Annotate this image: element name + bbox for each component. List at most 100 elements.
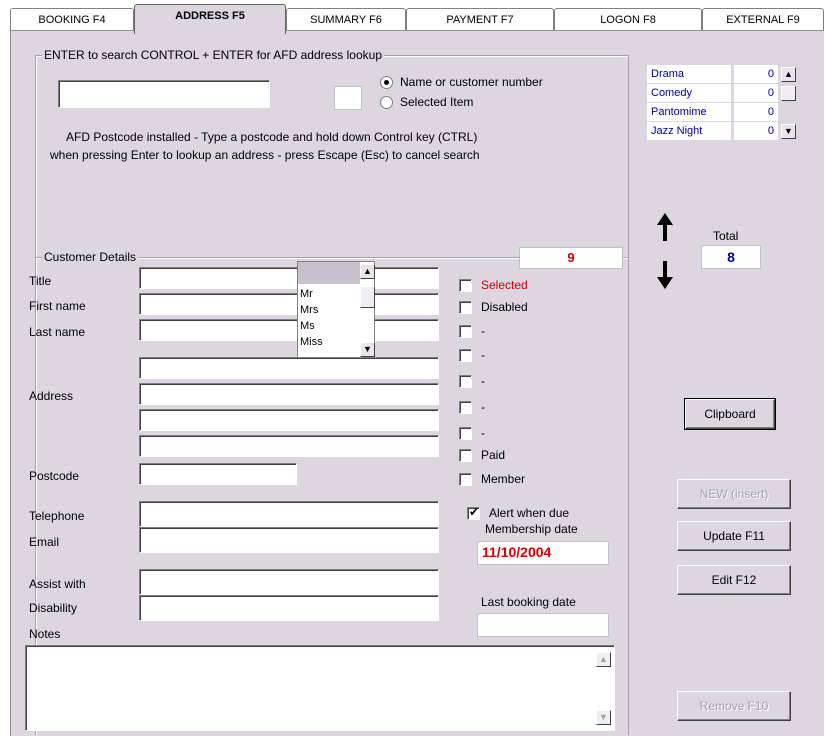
disabled-checkbox-label: Disabled	[481, 300, 528, 314]
title-option[interactable]: Miss	[300, 336, 323, 348]
extra-checkbox-label: -	[481, 348, 485, 362]
telephone-label: Telephone	[29, 509, 85, 523]
radio-selected-item[interactable]	[380, 96, 393, 109]
member-checkbox-label: Member	[481, 472, 526, 486]
notes-scroll-down-icon[interactable]: ▼	[596, 710, 611, 725]
search-aux-field[interactable]	[334, 86, 362, 110]
disability-label: Disability	[29, 601, 78, 615]
tab-strip: BOOKING F4 ADDRESS F5 SUMMARY F6 PAYMENT…	[10, 4, 826, 34]
address-line-1[interactable]	[139, 357, 439, 379]
radio-selected-label: Selected Item	[400, 95, 474, 109]
notes-field[interactable]: ▲ ▼	[25, 645, 615, 731]
title-option[interactable]: Mrs	[300, 304, 318, 316]
last-name-label: Last name	[29, 325, 86, 339]
update-button[interactable]: Update F11	[677, 521, 791, 551]
extra-checkbox-4[interactable]	[459, 401, 472, 414]
membership-date-field[interactable]: 11/10/2004	[477, 541, 609, 565]
address-line-3[interactable]	[139, 409, 439, 431]
member-checkbox[interactable]	[459, 473, 472, 486]
extra-checkbox-1[interactable]	[459, 325, 472, 338]
up-down-arrow-icon[interactable]	[653, 211, 677, 291]
selected-checkbox[interactable]	[459, 279, 472, 292]
new-insert-button[interactable]: NEW (insert)	[677, 479, 791, 509]
address-line-2[interactable]	[139, 383, 439, 405]
telephone-field[interactable]	[139, 501, 439, 527]
extra-checkbox-label: -	[481, 400, 485, 414]
notes-label: Notes	[29, 627, 61, 641]
postcode-label: Postcode	[29, 469, 80, 483]
tab-booking[interactable]: BOOKING F4	[10, 8, 134, 32]
remove-button-label: Remove F10	[699, 699, 769, 713]
email-label: Email	[29, 535, 60, 549]
last-booking-date-label: Last booking date	[481, 595, 576, 609]
tab-address[interactable]: ADDRESS F5	[134, 4, 286, 34]
search-group: ENTER to search CONTROL + ENTER for AFD …	[35, 48, 629, 259]
clipboard-button[interactable]: Clipboard	[684, 398, 776, 430]
alert-when-due-label: Alert when due	[489, 506, 570, 520]
title-dropdown-list[interactable]: Mr Mrs Ms Miss ▲ ▼	[297, 261, 375, 359]
new-button-label: NEW (insert)	[699, 487, 769, 501]
title-scroll-up-icon[interactable]: ▲	[360, 264, 375, 279]
first-name-field[interactable]	[139, 293, 439, 315]
paid-checkbox-label: Paid	[481, 448, 506, 462]
disabled-checkbox[interactable]	[459, 301, 472, 314]
alert-when-due-checkbox[interactable]	[467, 505, 480, 520]
category-count: 0	[734, 84, 778, 102]
email-field[interactable]	[139, 527, 439, 553]
category-name: Comedy	[647, 84, 731, 102]
title-option-blank[interactable]	[298, 262, 360, 284]
assist-with-field[interactable]	[139, 569, 439, 595]
edit-button-label: Edit F12	[711, 573, 757, 587]
category-count: 0	[734, 122, 778, 140]
membership-date-label: Membership date	[485, 522, 578, 536]
radio-name-label: Name or customer number	[400, 75, 543, 89]
customer-details-title: Customer Details	[42, 250, 139, 264]
tab-logon[interactable]: LOGON F8	[554, 8, 702, 32]
selected-checkbox-label: Selected	[481, 278, 528, 292]
extra-checkbox-5[interactable]	[459, 427, 472, 440]
hint-line-2: when pressing Enter to lookup an address…	[50, 148, 480, 162]
postcode-field[interactable]	[139, 463, 297, 485]
tab-payment[interactable]: PAYMENT F7	[406, 8, 554, 32]
tab-external[interactable]: EXTERNAL F9	[702, 8, 824, 32]
title-option[interactable]: Mr	[300, 288, 313, 300]
paid-checkbox[interactable]	[459, 449, 472, 462]
category-list: Drama 0 Comedy 0 Pantomime 0 Jazz Night …	[647, 65, 801, 141]
clipboard-button-label: Clipboard	[704, 407, 756, 421]
category-scroll-down-icon[interactable]: ▼	[781, 124, 796, 139]
category-scroll-thumb[interactable]	[781, 86, 796, 101]
category-scroll-up-icon[interactable]: ▲	[781, 67, 796, 82]
last-booking-date-field[interactable]	[477, 613, 609, 637]
hint-line-1: AFD Postcode installed - Type a postcode…	[66, 130, 478, 144]
disability-field[interactable]	[139, 595, 439, 621]
category-name: Drama	[647, 65, 731, 83]
search-group-title: ENTER to search CONTROL + ENTER for AFD …	[42, 48, 384, 62]
first-name-label: First name	[29, 299, 86, 313]
category-name: Jazz Night	[647, 122, 731, 140]
remove-button[interactable]: Remove F10	[677, 691, 791, 721]
category-count: 0	[734, 65, 778, 83]
radio-name-or-number[interactable]	[380, 76, 393, 89]
title-option[interactable]: Ms	[300, 320, 315, 332]
extra-checkbox-label: -	[481, 426, 485, 440]
extra-checkbox-label: -	[481, 324, 485, 338]
extra-checkbox-2[interactable]	[459, 349, 472, 362]
extra-checkbox-3[interactable]	[459, 375, 472, 388]
category-count: 0	[734, 103, 778, 121]
assist-with-label: Assist with	[29, 577, 86, 591]
title-scroll-down-icon[interactable]: ▼	[360, 342, 375, 357]
tab-summary[interactable]: SUMMARY F6	[286, 8, 406, 32]
title-field[interactable]	[139, 267, 439, 289]
total-label: Total	[713, 229, 739, 243]
category-name: Pantomime	[647, 103, 731, 121]
customer-count: 9	[519, 247, 623, 269]
last-name-field[interactable]	[139, 319, 439, 341]
search-input[interactable]	[58, 80, 270, 108]
total-value: 8	[701, 245, 761, 269]
title-scroll-thumb[interactable]	[360, 286, 375, 308]
notes-scroll-up-icon[interactable]: ▲	[596, 652, 611, 667]
address-label: Address	[29, 389, 74, 403]
edit-button[interactable]: Edit F12	[677, 565, 791, 595]
title-label: Title	[29, 274, 52, 288]
address-line-4[interactable]	[139, 435, 439, 457]
